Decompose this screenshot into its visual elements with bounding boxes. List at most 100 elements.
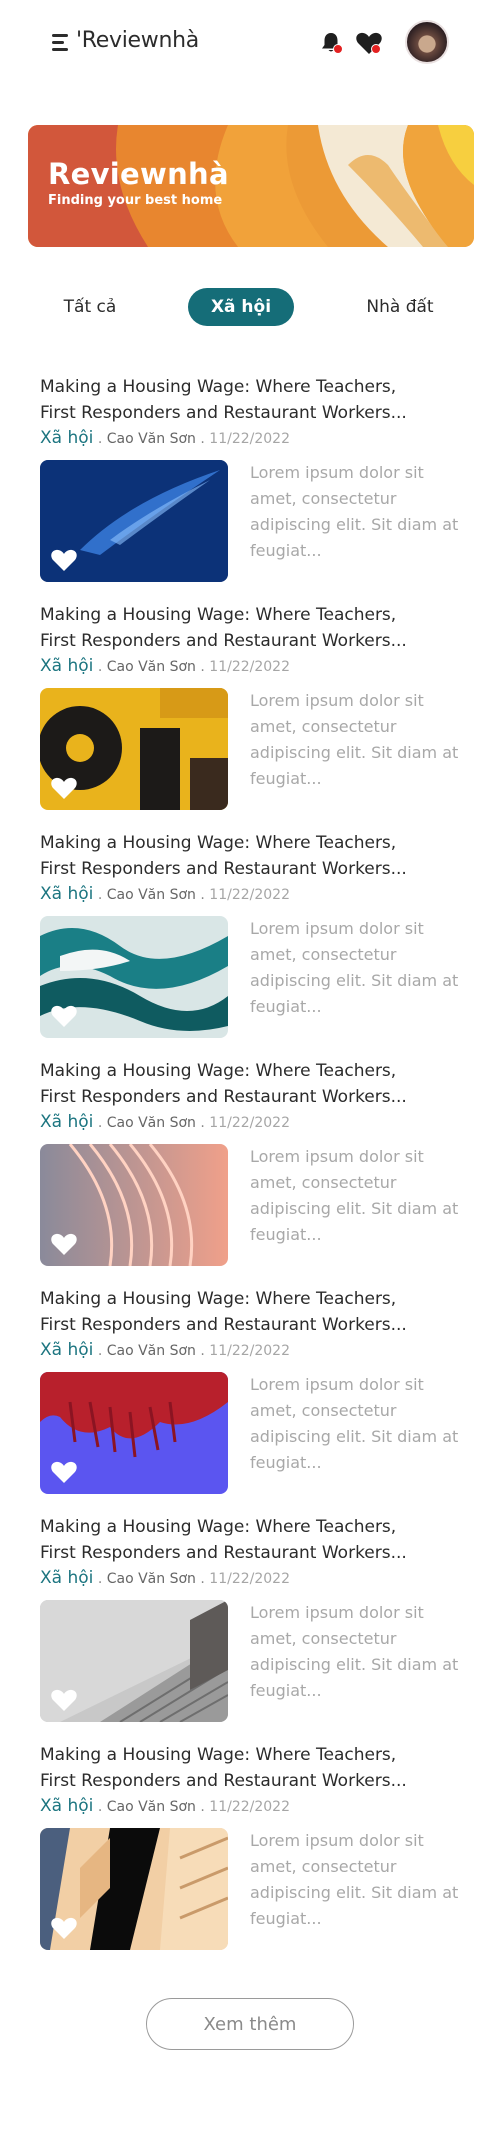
article-title[interactable]: Making a Housing Wage: Where Teachers, F… [40,602,460,654]
meta-separator: . [93,1115,107,1131]
hero-banner: Reviewnhà Finding your best home [28,125,474,247]
article-author[interactable]: Cao Văn Sơn [107,431,196,447]
article-meta: Xã hội . Cao Văn Sơn . 11/22/2022 [40,1112,470,1132]
article-author[interactable]: Cao Văn Sơn [107,1343,196,1359]
article-card[interactable]: Making a Housing Wage: Where Teachers, F… [40,1514,470,1740]
category-tabs: Tất cả Xã hội Nhà đất [0,288,500,328]
article-date: 11/22/2022 [209,1799,290,1815]
like-heart-icon[interactable] [50,1460,78,1484]
tab-real-estate[interactable]: Nhà đất [350,288,450,326]
article-author[interactable]: Cao Văn Sơn [107,1799,196,1815]
article-title[interactable]: Making a Housing Wage: Where Teachers, F… [40,1514,460,1566]
article-meta: Xã hội . Cao Văn Sơn . 11/22/2022 [40,1568,470,1588]
meta-separator: . [195,431,210,447]
banner-subtitle: Finding your best home [48,193,223,208]
article-card[interactable]: Making a Housing Wage: Where Teachers, F… [40,1742,470,1968]
article-title[interactable]: Making a Housing Wage: Where Teachers, F… [40,1742,460,1794]
article-author[interactable]: Cao Văn Sơn [107,887,196,903]
tab-all[interactable]: Tất cả [40,288,140,326]
article-excerpt: Lorem ipsum dolor sit amet, consectetur … [250,1375,459,1472]
article-title[interactable]: Making a Housing Wage: Where Teachers, F… [40,374,460,426]
article-date: 11/22/2022 [209,887,290,903]
like-heart-icon[interactable] [50,1688,78,1712]
article-thumbnail[interactable] [40,1828,228,1950]
article-card[interactable]: Making a Housing Wage: Where Teachers, F… [40,1058,470,1284]
article-thumbnail[interactable] [40,1372,228,1494]
article-thumbnail[interactable] [40,916,228,1038]
article-date: 11/22/2022 [209,431,290,447]
meta-separator: . [93,431,107,447]
article-title-line1[interactable]: Making a Housing Wage: Where Teachers, [40,830,460,856]
meta-separator: . [195,887,210,903]
article-meta: Xã hội . Cao Văn Sơn . 11/22/2022 [40,884,470,904]
article-meta: Xã hội . Cao Văn Sơn . 11/22/2022 [40,428,470,448]
like-heart-icon[interactable] [50,1916,78,1940]
article-excerpt: Lorem ipsum dolor sit amet, consectetur … [250,1603,459,1700]
notification-dot [333,44,343,54]
meta-separator: . [195,1799,210,1815]
article-title-line2[interactable]: First Responders and Restaurant Workers.… [40,1540,460,1566]
article-card[interactable]: Making a Housing Wage: Where Teachers, F… [40,1286,470,1512]
article-thumbnail[interactable] [40,1600,228,1722]
article-title-line1[interactable]: Making a Housing Wage: Where Teachers, [40,1742,460,1768]
article-author[interactable]: Cao Văn Sơn [107,1571,196,1587]
article-card[interactable]: Making a Housing Wage: Where Teachers, F… [40,374,470,600]
article-card[interactable]: Making a Housing Wage: Where Teachers, F… [40,602,470,828]
notifications-button[interactable] [318,30,344,56]
article-title-line1[interactable]: Making a Housing Wage: Where Teachers, [40,374,460,400]
article-title-line1[interactable]: Making a Housing Wage: Where Teachers, [40,1514,460,1540]
article-title-line1[interactable]: Making a Housing Wage: Where Teachers, [40,602,460,628]
article-category[interactable]: Xã hội [40,884,93,904]
article-author[interactable]: Cao Văn Sơn [107,659,196,675]
article-thumbnail[interactable] [40,688,228,810]
app-header: 'Reviewnhà [0,0,500,86]
article-category[interactable]: Xã hội [40,1340,93,1360]
meta-separator: . [93,887,107,903]
article-date: 11/22/2022 [209,1571,290,1587]
favorites-dot [371,44,381,54]
like-heart-icon[interactable] [50,776,78,800]
article-category[interactable]: Xã hội [40,1112,93,1132]
article-title-line2[interactable]: First Responders and Restaurant Workers.… [40,1768,460,1794]
user-avatar[interactable] [405,20,449,64]
article-thumbnail[interactable] [40,460,228,582]
meta-separator: . [195,1343,210,1359]
article-thumbnail[interactable] [40,1144,228,1266]
meta-separator: . [93,659,107,675]
banner-title: Reviewnhà [48,157,229,191]
app-logo[interactable]: 'Reviewnhà [76,28,199,53]
meta-separator: . [195,1571,210,1587]
article-meta: Xã hội . Cao Văn Sơn . 11/22/2022 [40,656,470,676]
article-title[interactable]: Making a Housing Wage: Where Teachers, F… [40,830,460,882]
article-title-line1[interactable]: Making a Housing Wage: Where Teachers, [40,1286,460,1312]
article-date: 11/22/2022 [209,1115,290,1131]
meta-separator: . [195,1115,210,1131]
menu-icon[interactable] [52,34,70,51]
article-title-line1[interactable]: Making a Housing Wage: Where Teachers, [40,1058,460,1084]
like-heart-icon[interactable] [50,548,78,572]
article-excerpt: Lorem ipsum dolor sit amet, consectetur … [250,1831,459,1928]
like-heart-icon[interactable] [50,1232,78,1256]
article-category[interactable]: Xã hội [40,1568,93,1588]
article-card[interactable]: Making a Housing Wage: Where Teachers, F… [40,830,470,1056]
article-excerpt: Lorem ipsum dolor sit amet, consectetur … [250,463,459,560]
article-title-line2[interactable]: First Responders and Restaurant Workers.… [40,1312,460,1338]
article-title-line2[interactable]: First Responders and Restaurant Workers.… [40,1084,460,1110]
meta-separator: . [93,1343,107,1359]
load-more-button[interactable]: Xem thêm [146,1998,354,2050]
article-title-line2[interactable]: First Responders and Restaurant Workers.… [40,400,460,426]
like-heart-icon[interactable] [50,1004,78,1028]
meta-separator: . [195,659,210,675]
tab-social[interactable]: Xã hội [188,288,294,326]
article-title[interactable]: Making a Housing Wage: Where Teachers, F… [40,1058,460,1110]
article-title-line2[interactable]: First Responders and Restaurant Workers.… [40,628,460,654]
article-title-line2[interactable]: First Responders and Restaurant Workers.… [40,856,460,882]
article-author[interactable]: Cao Văn Sơn [107,1115,196,1131]
article-title[interactable]: Making a Housing Wage: Where Teachers, F… [40,1286,460,1338]
favorites-button[interactable] [355,30,385,56]
article-category[interactable]: Xã hội [40,656,93,676]
article-category[interactable]: Xã hội [40,428,93,448]
article-category[interactable]: Xã hội [40,1796,93,1816]
article-excerpt: Lorem ipsum dolor sit amet, consectetur … [250,919,459,1016]
article-excerpt: Lorem ipsum dolor sit amet, consectetur … [250,691,459,788]
